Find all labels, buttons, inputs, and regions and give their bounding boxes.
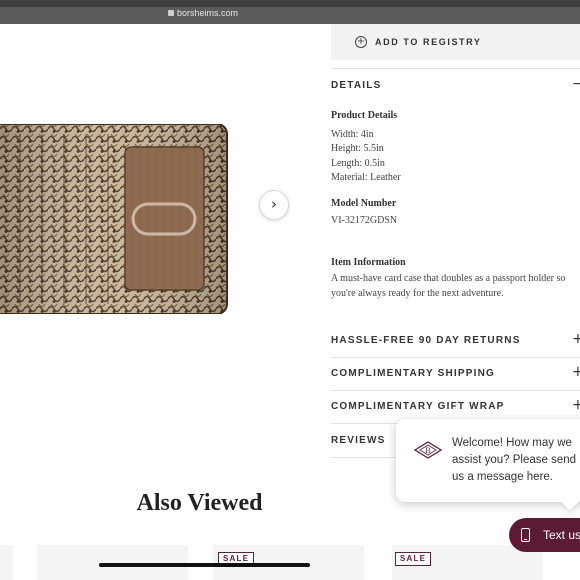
- status-strip: [0, 0, 580, 7]
- product-image: [0, 124, 228, 314]
- lock-icon: [167, 10, 174, 16]
- item-information-line-2: you're always ready for the next adventu…: [331, 287, 504, 299]
- divider: [331, 68, 580, 69]
- plus-icon[interactable]: +: [572, 365, 580, 379]
- product-card[interactable]: [0, 545, 13, 580]
- spec-length: Length: 0.5in: [331, 157, 385, 169]
- text-us-label: Text us: [543, 528, 580, 542]
- chat-welcome-popup[interactable]: B Welcome! How may we assist you? Please…: [396, 419, 580, 511]
- model-number-value: VI-32172GDSN: [331, 215, 398, 226]
- product-details-title: Product Details: [331, 110, 398, 121]
- details-panel: Product Details Width: 4in Height: 5.5in…: [331, 109, 580, 301]
- gift-wrap-accordion[interactable]: COMPLIMENTARY GIFT WRAP: [331, 401, 505, 412]
- browser-url-bar[interactable]: borsheims.com: [0, 0, 580, 24]
- plus-circle-icon: +: [355, 36, 367, 48]
- plus-icon[interactable]: +: [572, 398, 580, 412]
- chat-message: Welcome! How may we assist you? Please s…: [452, 435, 580, 486]
- chat-bubble-tail: [561, 493, 579, 511]
- details-heading[interactable]: DETAILS: [331, 80, 381, 91]
- url-label: borsheims.com: [176, 8, 239, 18]
- spec-material: Material: Leather: [331, 172, 401, 183]
- home-indicator: [99, 563, 310, 567]
- divider: [331, 357, 580, 358]
- phone-icon: [521, 528, 530, 542]
- spec-height: Height: 5.5in: [331, 143, 384, 154]
- sale-badge: SALE: [395, 552, 432, 566]
- spec-width: Width: 4in: [331, 128, 374, 140]
- add-to-registry-label: ADD TO REGISTRY: [375, 37, 482, 47]
- url-text[interactable]: borsheims.com: [0, 8, 406, 18]
- item-information-line-1: A must-have card case that doubles as a …: [331, 273, 566, 284]
- returns-accordion[interactable]: HASSLE-FREE 90 DAY RETURNS: [331, 335, 521, 346]
- item-information-title: Item Information: [331, 256, 406, 268]
- minus-icon[interactable]: −: [572, 77, 580, 91]
- carousel-next-button[interactable]: ›: [259, 190, 289, 220]
- chat-message-line: assist you? Please send: [452, 454, 577, 466]
- reviews-accordion[interactable]: REVIEWS: [331, 435, 386, 446]
- add-to-registry-button[interactable]: + ADD TO REGISTRY: [331, 24, 580, 60]
- model-number-title: Model Number: [331, 197, 397, 209]
- logo-letter: B: [425, 446, 430, 455]
- text-us-button[interactable]: Text us: [509, 518, 580, 552]
- chevron-right-icon: ›: [271, 194, 277, 213]
- plus-icon[interactable]: +: [572, 332, 580, 346]
- divider: [331, 390, 580, 391]
- shipping-accordion[interactable]: COMPLIMENTARY SHIPPING: [331, 368, 495, 379]
- also-viewed-heading: Also Viewed: [136, 490, 263, 516]
- chat-message-line: Welcome! How may we: [452, 437, 572, 449]
- borsheims-logo-icon: B: [414, 441, 442, 459]
- chat-message-line: us a message here.: [452, 471, 554, 483]
